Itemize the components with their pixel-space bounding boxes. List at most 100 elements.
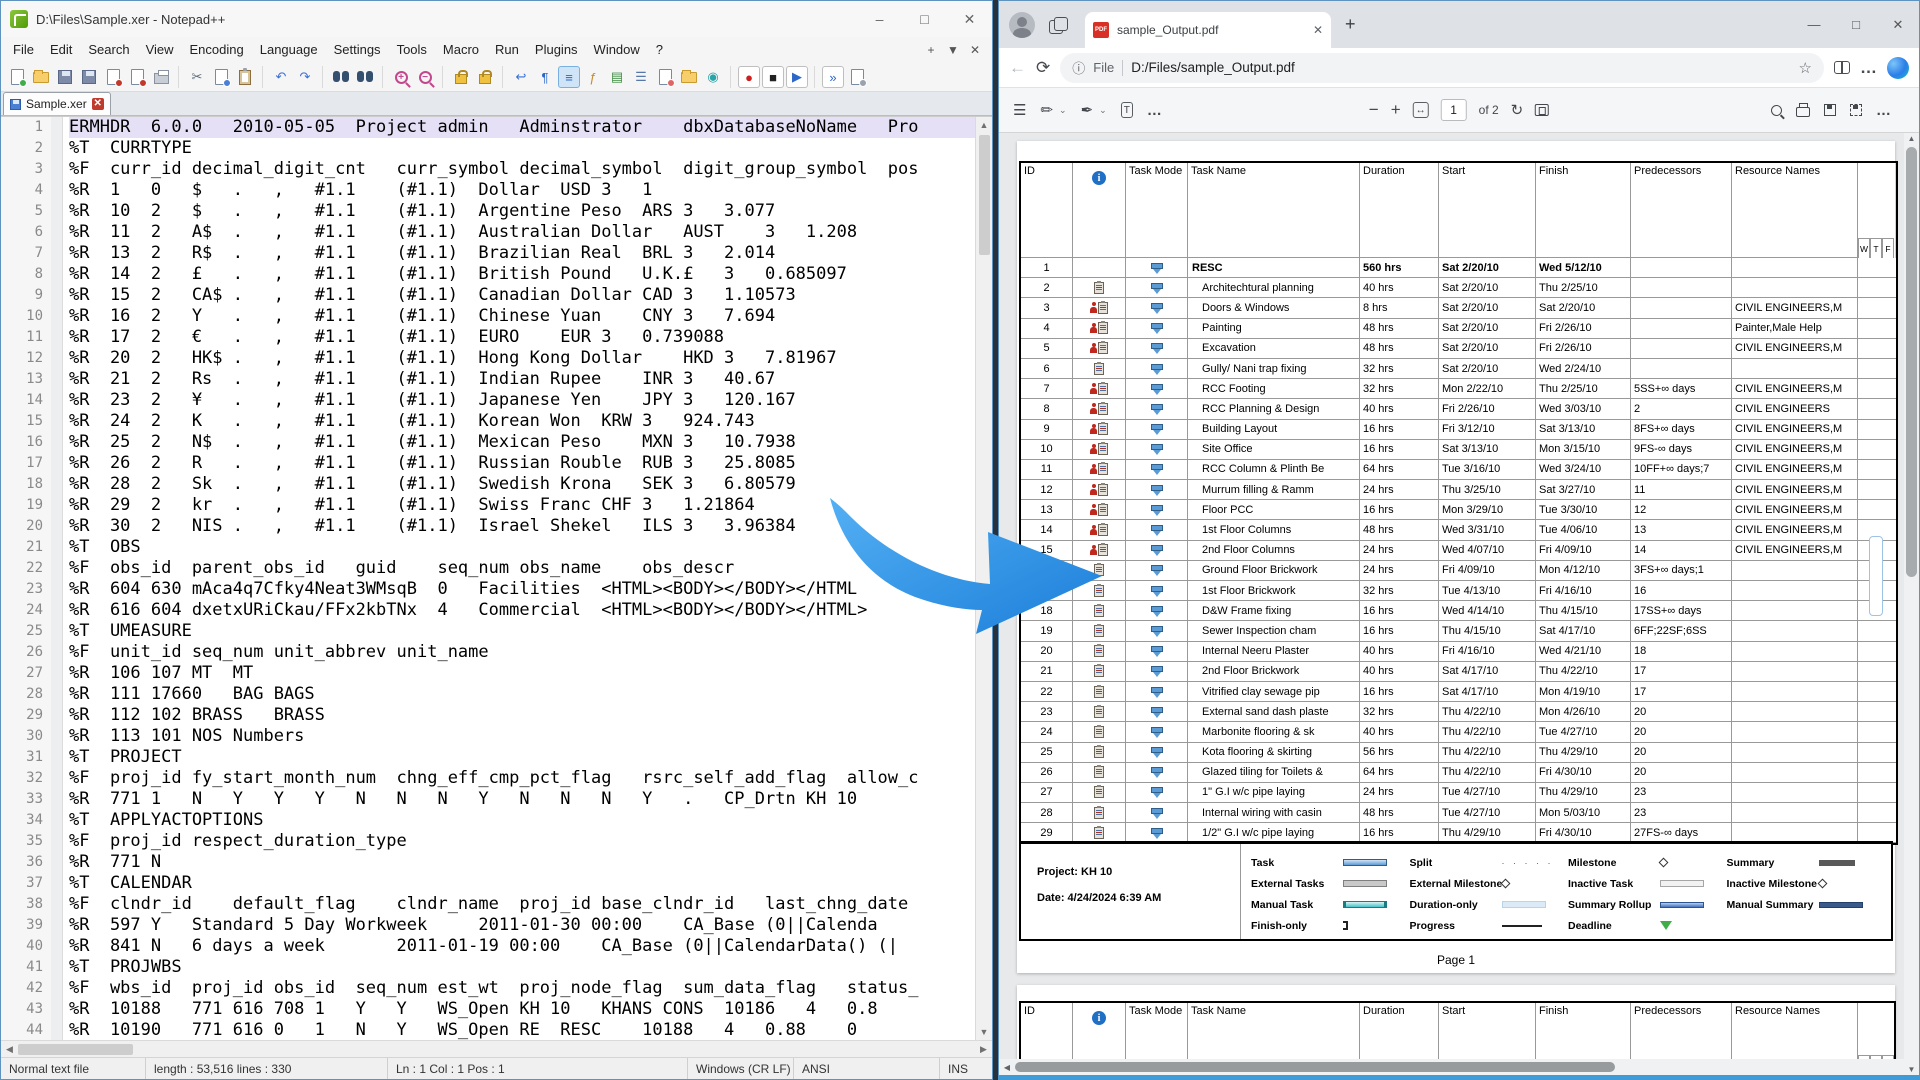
more-tools-icon[interactable]: … <box>1147 102 1162 119</box>
table-row[interactable]: 23 External sand dash plaste 32 hrs Thu 4/2… <box>1021 702 1896 723</box>
back-icon[interactable]: ← <box>1009 58 1026 78</box>
maximize-icon[interactable]: □ <box>1835 8 1877 42</box>
menu-help[interactable]: ? <box>648 37 671 63</box>
table-row[interactable]: 5 Excavation 48 hrs Sat 2/20/10 Fri 2/26/10 C… <box>1021 338 1896 359</box>
function-list-icon[interactable]: ƒ <box>582 66 604 88</box>
table-row[interactable]: 17 1st Floor Brickwork 32 hrs Tue 4/13/10 Fr… <box>1021 581 1896 602</box>
chevron-down-icon[interactable]: ⌄ <box>1099 105 1107 116</box>
record-macro-icon[interactable]: ● <box>738 66 760 88</box>
table-row[interactable]: 16 Ground Floor Brickwork 24 hrs Fri 4/09/1… <box>1021 560 1896 581</box>
highlight-icon[interactable]: ✏ <box>1040 101 1053 119</box>
rotate-icon[interactable]: ↻ <box>1511 101 1524 119</box>
search-icon[interactable] <box>1771 104 1782 116</box>
menu-language[interactable]: Language <box>252 37 326 63</box>
split-screen-icon[interactable] <box>1834 61 1850 74</box>
settings-dots-icon[interactable]: … <box>1860 58 1877 78</box>
favorite-star-icon[interactable]: ☆ <box>1799 59 1812 77</box>
more-options-icon[interactable]: … <box>1876 102 1891 119</box>
minimize-icon[interactable]: — <box>1793 8 1835 42</box>
save-icon[interactable] <box>54 66 76 88</box>
new-tab-icon[interactable]: + <box>1345 14 1356 35</box>
table-row[interactable]: 1 RESC 560 hrs Sat 2/20/10 Wed 5/12/10 <box>1021 258 1896 279</box>
editor-text[interactable]: ERMHDR 6.0.0 2010-05-05 Project admin Ad… <box>63 117 975 1040</box>
document-list-icon[interactable]: ☰ <box>630 66 652 88</box>
table-row[interactable]: 11 RCC Column & Plinth Be 64 hrs Tue 3/16/1… <box>1021 459 1896 481</box>
sync-horizontal-icon[interactable] <box>474 66 496 88</box>
sync-vertical-icon[interactable] <box>450 66 472 88</box>
table-row[interactable]: 22 Vitrified clay sewage pip 16 hrs Sat 4/1… <box>1021 681 1896 703</box>
close-icon[interactable]: ✕ <box>1877 8 1919 42</box>
status-insert-mode[interactable]: INS <box>940 1058 992 1079</box>
close-file-icon[interactable] <box>102 66 124 88</box>
table-row[interactable]: 10 Site Office 16 hrs Sat 3/13/10 Mon 3/15/1… <box>1021 439 1896 460</box>
save-macro-icon[interactable] <box>846 66 868 88</box>
replace-icon[interactable] <box>354 66 376 88</box>
menu-encoding[interactable]: Encoding <box>182 37 252 63</box>
print-icon[interactable] <box>1796 102 1810 117</box>
open-file-icon[interactable] <box>30 66 52 88</box>
add-text-icon[interactable]: T <box>1120 102 1133 118</box>
menu-settings[interactable]: Settings <box>326 37 389 63</box>
table-row[interactable]: 27 1" G.I w/c pipe laying 24 hrs Tue 4/27/1… <box>1021 782 1896 804</box>
redo-icon[interactable]: ↷ <box>294 66 316 88</box>
save-as-icon[interactable] <box>1850 104 1862 116</box>
scroll-up-icon[interactable]: ▲ <box>980 117 989 133</box>
copy-icon[interactable] <box>210 66 232 88</box>
copilot-icon[interactable] <box>1887 56 1909 79</box>
close-icon[interactable]: ✕ <box>947 1 992 37</box>
menu-macro[interactable]: Macro <box>435 37 487 63</box>
table-row[interactable]: 4 Painting 48 hrs Sat 2/20/10 Fri 2/26/10 Pai… <box>1021 318 1896 339</box>
scroll-down-icon[interactable]: ▼ <box>980 1024 989 1040</box>
stop-macro-icon[interactable]: ■ <box>762 66 784 88</box>
profile-avatar[interactable] <box>1009 11 1035 38</box>
folder-as-workspace-icon[interactable] <box>654 66 676 88</box>
zoom-in-icon[interactable]: + <box>1391 100 1401 120</box>
close-all-icon[interactable] <box>126 66 148 88</box>
vscroll-thumb[interactable] <box>978 135 990 255</box>
scroll-right-icon[interactable]: ▶ <box>975 1044 992 1055</box>
table-row[interactable]: 3 Doors & Windows 8 hrs Sat 2/20/10 Sat 2/20… <box>1021 298 1896 319</box>
new-file-icon[interactable] <box>6 66 28 88</box>
menu-file[interactable]: File <box>5 37 42 63</box>
pdf-viewer[interactable]: ID i Task Mode Task Name Duration Start Finish… <box>999 133 1919 1075</box>
scroll-up-icon[interactable]: ▲ <box>1904 134 1919 143</box>
scroll-down-icon[interactable]: ▼ <box>1904 1065 1919 1074</box>
refresh-icon[interactable]: ⟳ <box>1036 58 1050 78</box>
menu-edit[interactable]: Edit <box>42 37 80 63</box>
address-input[interactable]: ⓘ File D:/Files/sample_Output.pdf ☆ <box>1060 52 1824 83</box>
pdf-horizontal-scrollbar[interactable]: ◀ <box>999 1059 1906 1075</box>
scroll-left-icon[interactable]: ◀ <box>1 1044 18 1055</box>
menu-window[interactable]: Window <box>586 37 648 63</box>
editor-area[interactable]: 1 2 3 4 5 6 7 8 9 10 11 12 13 14 15 16 17 18 19 20 21 22 23 24 2… <box>1 116 992 1040</box>
menu-plugins[interactable]: Plugins <box>527 37 586 63</box>
table-row[interactable]: 12 Murrum filling & Ramm 24 hrs Thu 3/25/10… <box>1021 480 1896 501</box>
menu-view[interactable]: View <box>138 37 182 63</box>
table-row[interactable]: 14 1st Floor Columns 48 hrs Wed 3/31/10 Tue … <box>1021 520 1896 541</box>
table-row[interactable]: 8 RCC Planning & Design 40 hrs Fri 2/26/10 W… <box>1021 399 1896 420</box>
table-row[interactable]: 2 Architechtural planning 40 hrs Sat 2/20/1… <box>1021 278 1896 299</box>
status-eol-format[interactable]: Windows (CR LF) <box>688 1058 794 1079</box>
cut-icon[interactable]: ✂ <box>186 66 208 88</box>
draw-icon[interactable]: ✒ <box>1081 101 1094 119</box>
scroll-left-icon[interactable]: ◀ <box>999 1063 1015 1072</box>
menu-run[interactable]: Run <box>487 37 527 63</box>
table-row[interactable]: 6 Gully/ Nani trap fixing 32 hrs Sat 2/20/1… <box>1021 358 1896 380</box>
tab-sample-xer[interactable]: Sample.xer ✕ <box>3 92 111 115</box>
status-encoding[interactable]: ANSI <box>794 1058 940 1079</box>
print-icon[interactable] <box>150 66 172 88</box>
table-row[interactable]: 26 Glazed tiling for Toilets & 64 hrs Thu 4… <box>1021 762 1896 783</box>
tab-close-icon[interactable]: ✕ <box>1313 23 1323 37</box>
url-text[interactable]: D:/Files/sample_Output.pdf <box>1131 60 1790 75</box>
editor-vertical-scrollbar[interactable]: ▲ ▼ <box>975 117 992 1040</box>
notepad-titlebar[interactable]: D:\Files\Sample.xer - Notepad++ – □ ✕ <box>1 1 992 37</box>
menu-tools[interactable]: Tools <box>389 37 435 63</box>
find-icon[interactable] <box>330 66 352 88</box>
table-row[interactable]: 28 Internal wiring with casin 48 hrs Tue 4/… <box>1021 803 1896 824</box>
editor-horizontal-scrollbar[interactable]: ◀ ▶ <box>1 1040 992 1057</box>
run-macro-multi-icon[interactable]: » <box>822 66 844 88</box>
new-tab-icon[interactable]: + <box>920 43 942 57</box>
table-of-contents-icon[interactable]: ☰ <box>1013 101 1026 119</box>
menu-search[interactable]: Search <box>80 37 137 63</box>
zoom-out-icon[interactable]: − <box>414 66 436 88</box>
table-row[interactable]: 15 2nd Floor Columns 24 hrs Wed 4/07/10 Fri … <box>1021 540 1896 561</box>
